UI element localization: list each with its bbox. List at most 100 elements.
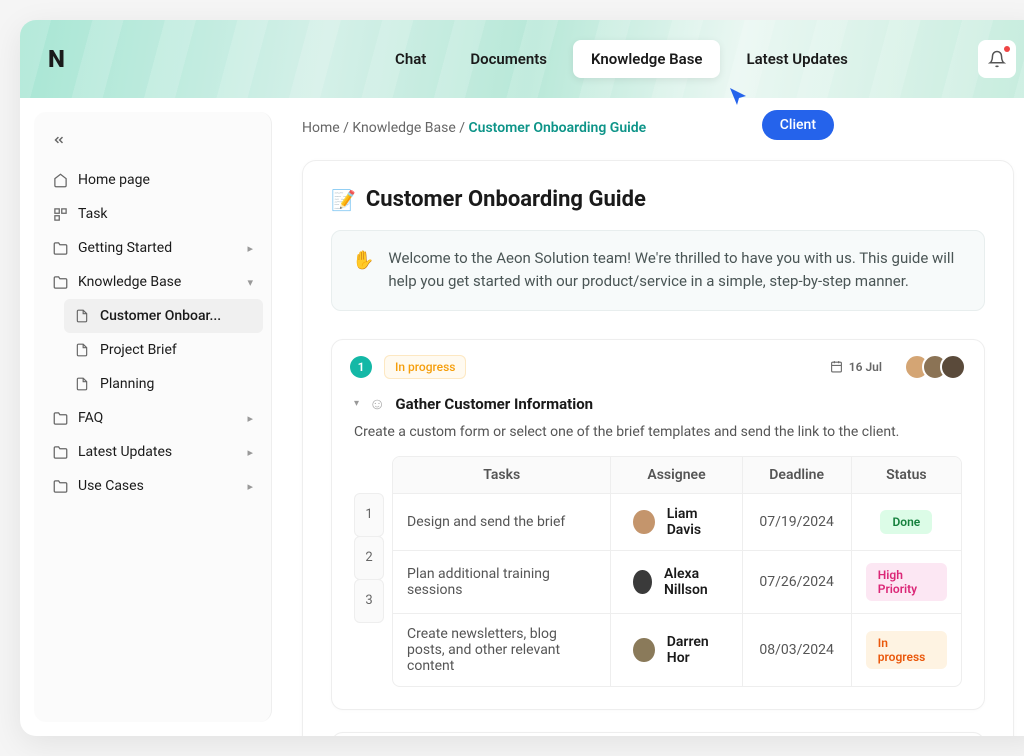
doc-icon (74, 308, 90, 324)
sidebar-item-label: Task (78, 206, 108, 222)
client-tooltip: Client (762, 110, 834, 140)
table-header-cell: Status (852, 457, 961, 493)
sidebar-item-knowledge-base[interactable]: Knowledge Base ▾ (42, 265, 263, 299)
app-window: N ChatDocumentsKnowledge BaseLatest Upda… (20, 20, 1024, 736)
doc-icon (74, 376, 90, 392)
body: Home page Task Getting Started ▸ Knowledge B… (20, 98, 1024, 736)
content-card: 📝 Customer Onboarding Guide ✋ Welcome to… (302, 160, 1014, 736)
table-header-cell: Tasks (393, 457, 611, 493)
task-cell: Create newsletters, blog posts, and othe… (393, 613, 611, 686)
doc-icon (74, 342, 90, 358)
deadline-cell: 07/19/2024 (743, 493, 852, 550)
chevron-right-icon: ▸ (247, 480, 253, 493)
table-header-cell: Assignee (611, 457, 742, 493)
nav-item-knowledge-base[interactable]: Knowledge Base (573, 40, 720, 78)
assignee-cell: Liam Davis (611, 493, 742, 550)
section-card: 2To Do21 Jul (331, 732, 985, 737)
avatar (631, 508, 656, 536)
assignee-cell: Alexa Nillson (611, 550, 742, 613)
section-header: 1 In progress 16 Jul (332, 340, 984, 394)
task-cell: Design and send the brief (393, 493, 611, 550)
avatar (631, 568, 654, 596)
status-badge: Done (880, 510, 932, 534)
chevron-right-icon: ▸ (247, 446, 253, 459)
status-badge: In progress (866, 631, 947, 669)
sidebar-item-getting-started[interactable]: Getting Started ▸ (42, 231, 263, 265)
chevron-down-icon[interactable]: ▾ (354, 398, 359, 409)
top-nav: ChatDocumentsKnowledge BaseLatest Update… (377, 40, 866, 78)
sidebar-item-label: Use Cases (78, 478, 144, 494)
section-subtitle: Gather Customer Information (395, 395, 593, 413)
folder-icon (52, 478, 68, 494)
nav-item-latest-updates[interactable]: Latest Updates (728, 40, 865, 78)
page-title: Customer Onboarding Guide (366, 187, 646, 212)
nav-item-documents[interactable]: Documents (452, 40, 565, 78)
task-cell: Plan additional training sessions (393, 550, 611, 613)
bell-icon (988, 50, 1006, 68)
chevron-right-icon: ▸ (247, 242, 253, 255)
status-badge: High Priority (866, 563, 947, 601)
sidebar-subitem[interactable]: Project Brief (64, 333, 263, 367)
section-date: 16 Jul (830, 360, 882, 374)
calendar-icon (830, 360, 843, 373)
emoji-icon: ☺ (369, 394, 385, 414)
chevron-down-icon: ▾ (247, 276, 253, 289)
row-number: 1 (354, 493, 384, 537)
sidebar-item-label: Planning (100, 376, 154, 392)
sidebar-item-label: Project Brief (100, 342, 177, 358)
sidebar: Home page Task Getting Started ▸ Knowledge B… (34, 112, 272, 722)
welcome-banner: ✋ Welcome to the Aeon Solution team! We'… (331, 230, 985, 311)
table-header-cell: Deadline (743, 457, 852, 493)
sidebar-collapse-button[interactable] (42, 126, 263, 157)
status-cell: In progress (852, 613, 961, 686)
chevron-right-icon: ▸ (247, 412, 253, 425)
cursor-icon (728, 86, 748, 110)
sidebar-item-home-page[interactable]: Home page (42, 163, 263, 197)
breadcrumb-part[interactable]: Knowledge Base (352, 120, 455, 136)
sidebar-item-faq[interactable]: FAQ ▸ (42, 401, 263, 435)
folder-icon (52, 274, 68, 290)
status-cell: Done (852, 493, 961, 550)
status-cell: High Priority (852, 550, 961, 613)
folder-icon (52, 240, 68, 256)
avatar (940, 354, 966, 380)
memo-icon: 📝 (331, 188, 356, 212)
breadcrumb-part[interactable]: Home (302, 120, 340, 136)
status-pill: In progress (384, 355, 466, 379)
sidebar-item-latest-updates[interactable]: Latest Updates ▸ (42, 435, 263, 469)
step-badge: 1 (350, 356, 372, 378)
table-header: TasksAssigneeDeadlineStatus (393, 457, 961, 493)
sidebar-item-label: Knowledge Base (78, 274, 181, 290)
section-subtitle-row: ▾ ☺ Gather Customer Information (354, 394, 962, 414)
sidebar-item-label: Home page (78, 172, 150, 188)
section-description: Create a custom form or select one of th… (354, 424, 962, 440)
row-number: 2 (354, 536, 384, 580)
table-row: Design and send the briefLiam Davis07/19… (393, 493, 961, 550)
deadline-cell: 08/03/2024 (743, 613, 852, 686)
welcome-text: Welcome to the Aeon Solution team! We're… (388, 247, 964, 294)
section-header: 2To Do21 Jul (332, 733, 984, 737)
chevron-double-left-icon (52, 133, 66, 147)
folder-icon (52, 444, 68, 460)
folder-icon (52, 410, 68, 426)
sidebar-subitem[interactable]: Customer Onboar... (64, 299, 263, 333)
wave-icon: ✋ (352, 247, 374, 294)
sidebar-item-label: Getting Started (78, 240, 172, 256)
assignee-cell: Darren Hor (611, 613, 742, 686)
breadcrumb-current: Customer Onboarding Guide (469, 120, 647, 136)
sidebar-subitem[interactable]: Planning (64, 367, 263, 401)
breadcrumb: Home / Knowledge Base / Customer Onboard… (302, 120, 1014, 136)
sidebar-item-label: FAQ (78, 410, 103, 426)
home-icon (52, 172, 68, 188)
avatar-group (904, 354, 966, 380)
task-icon (52, 206, 68, 222)
nav-item-chat[interactable]: Chat (377, 40, 444, 78)
sidebar-item-use-cases[interactable]: Use Cases ▸ (42, 469, 263, 503)
logo: N (48, 45, 65, 73)
table-row: Plan additional training sessionsAlexa N… (393, 550, 961, 613)
section-card: 1 In progress 16 Jul ▾ ☺ Gather Customer Info… (331, 339, 985, 710)
sidebar-item-label: Latest Updates (78, 444, 172, 460)
notifications-button[interactable] (978, 40, 1016, 78)
deadline-cell: 07/26/2024 (743, 550, 852, 613)
sidebar-item-task[interactable]: Task (42, 197, 263, 231)
